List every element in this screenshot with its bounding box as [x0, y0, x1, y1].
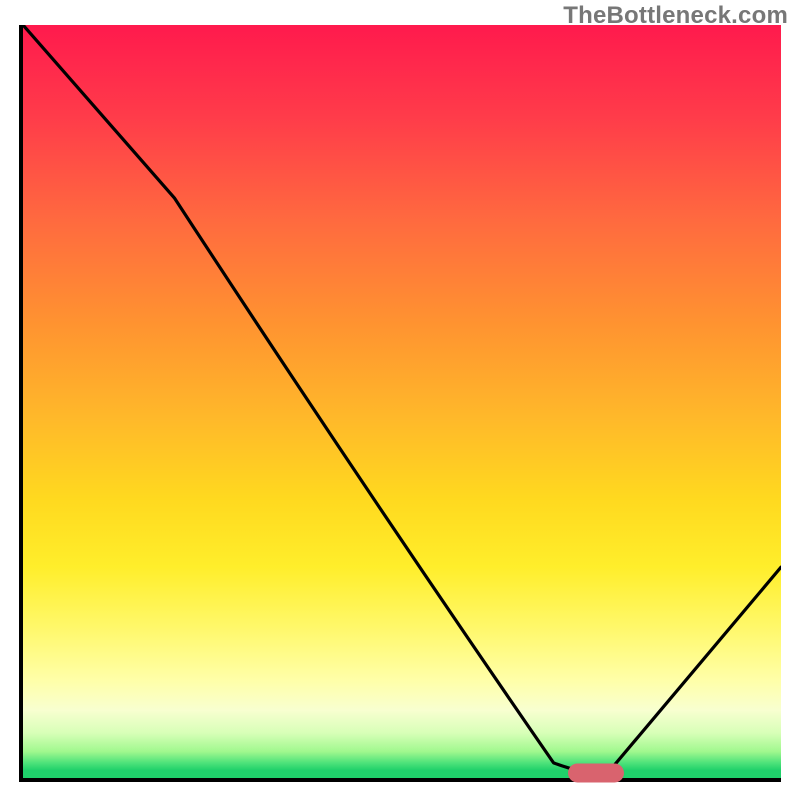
curve-path	[23, 25, 781, 774]
plot-area	[19, 25, 781, 782]
bottleneck-curve	[23, 25, 781, 778]
chart-container: TheBottleneck.com	[0, 0, 800, 800]
optimal-marker	[568, 763, 624, 782]
